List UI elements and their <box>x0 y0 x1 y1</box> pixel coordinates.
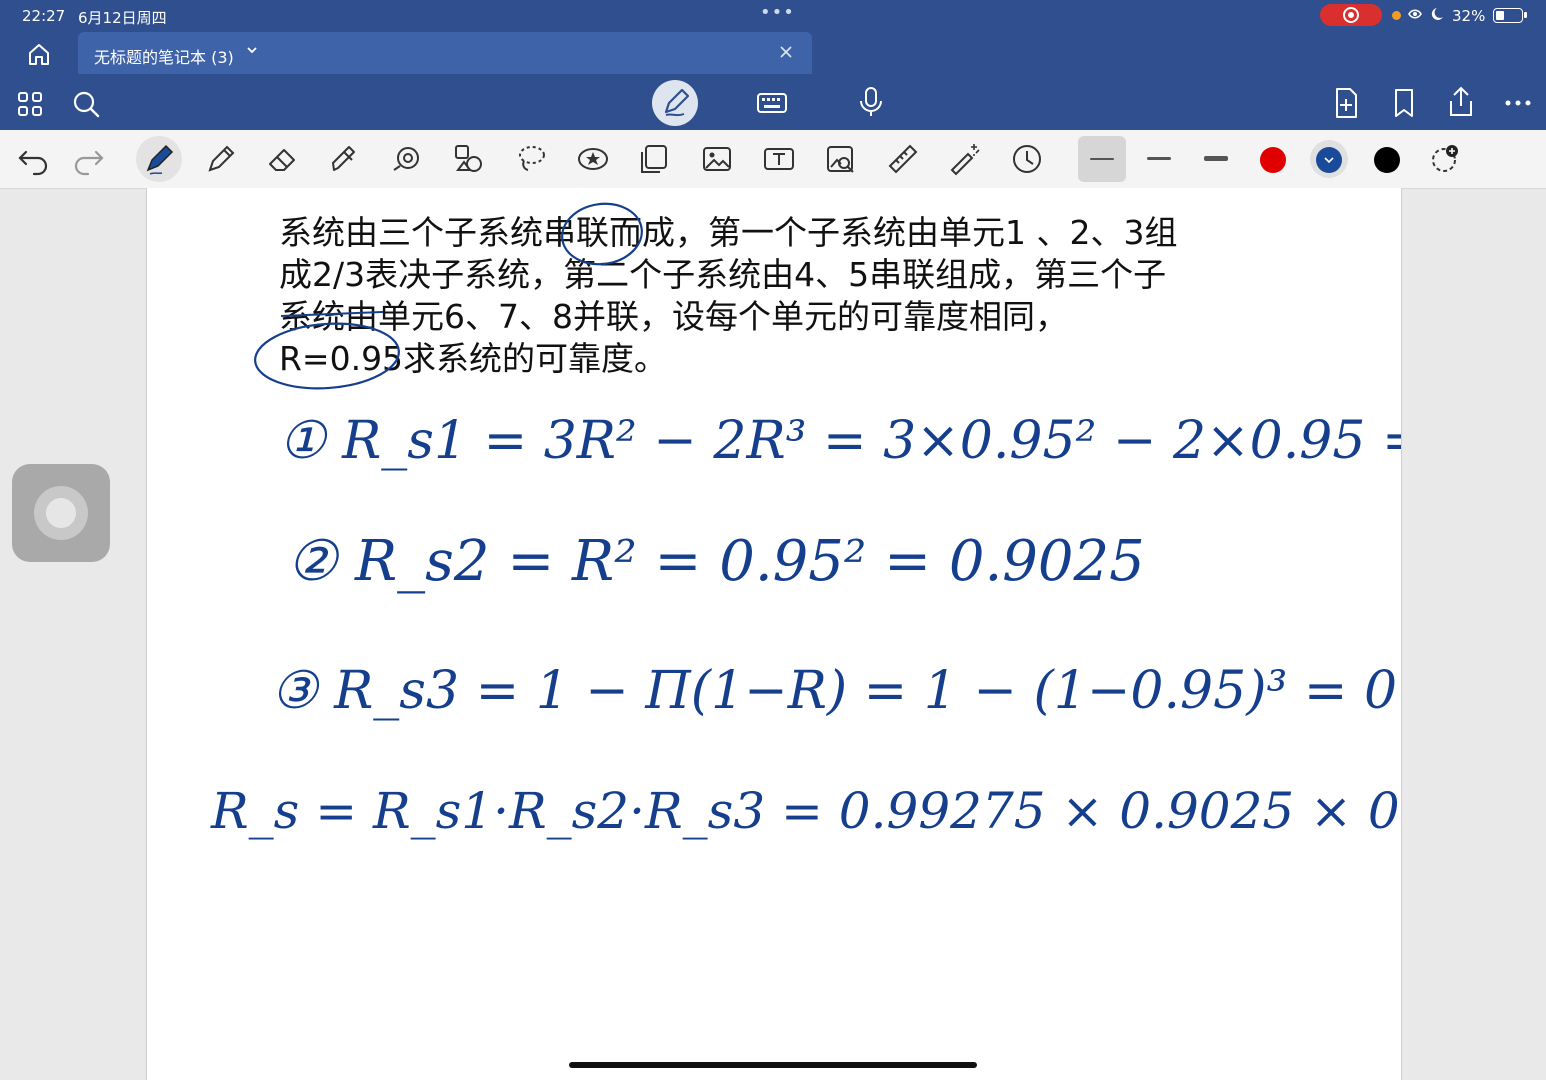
annotation-circle <box>561 202 643 266</box>
color-red-swatch[interactable] <box>1260 147 1286 173</box>
screen-recording-icon[interactable] <box>1320 4 1382 26</box>
elements-icon[interactable] <box>450 140 488 178</box>
handwritten-line-1: ① R_s1 = 3R² − 2R³ = 3×0.95² − 2×0.95 = … <box>279 411 1401 471</box>
handwritten-line-4: R_s = R_s1·R_s2·R_s3 = 0.99275 × 0.9025 … <box>210 782 1401 840</box>
annotation-strike <box>280 311 384 317</box>
keyboard-icon[interactable] <box>754 85 790 121</box>
eraser-icon[interactable] <box>264 140 302 178</box>
laser-pointer-icon[interactable] <box>946 140 984 178</box>
fountain-pen-icon[interactable] <box>140 140 178 178</box>
grid-icon[interactable] <box>12 86 48 122</box>
notebook-title: 无标题的笔记本 (3) <box>94 48 234 67</box>
add-page-icon[interactable] <box>1328 85 1364 121</box>
sticker-icon[interactable] <box>574 140 612 178</box>
privacy-indicator-icon <box>1392 11 1401 20</box>
shape-icon[interactable] <box>388 140 426 178</box>
undo-icon[interactable] <box>14 140 52 178</box>
status-time: 22:27 <box>22 7 66 25</box>
multitasking-dots-icon[interactable]: ••• <box>760 2 795 23</box>
clock-icon[interactable] <box>1008 140 1046 178</box>
lasso-icon[interactable] <box>512 140 550 178</box>
chevron-down-icon[interactable] <box>244 42 260 58</box>
camera-scan-icon[interactable] <box>822 140 860 178</box>
search-icon[interactable] <box>68 86 104 122</box>
pencil-icon[interactable] <box>202 140 240 178</box>
share-icon[interactable] <box>1443 84 1479 120</box>
line-width-medium-button[interactable] <box>1147 157 1171 160</box>
redo-icon[interactable] <box>70 140 108 178</box>
status-bar: 22:27 6月12日周四 ••• 32% <box>0 0 1546 32</box>
note-page[interactable]: 系统由三个子系统串联而成，第一个子系统由单元1 、2、3组 成2/3表决子系统，… <box>146 188 1402 1080</box>
highlighter-icon[interactable] <box>326 140 364 178</box>
sticky-note-icon[interactable] <box>636 140 674 178</box>
battery-icon <box>1493 8 1527 23</box>
handwritten-line-2: ② R_s2 = R² = 0.95² = 0.9025 <box>287 529 1145 594</box>
textbox-icon[interactable] <box>760 140 798 178</box>
line-width-thick-button[interactable] <box>1204 156 1228 161</box>
color-blue-swatch[interactable] <box>1316 147 1342 173</box>
color-black-swatch[interactable] <box>1374 147 1400 173</box>
notebook-tab[interactable]: 无标题的笔记本 (3) <box>78 32 812 74</box>
home-indicator[interactable] <box>569 1062 977 1068</box>
more-icon[interactable] <box>1500 85 1536 121</box>
handwritten-line-3: ③ R_s3 = 1 − Π(1−R) = 1 − (1−0.95)³ = 0.… <box>271 661 1401 721</box>
image-icon[interactable] <box>698 140 736 178</box>
drawing-toolbar <box>0 130 1546 189</box>
home-icon[interactable] <box>22 40 56 68</box>
status-date: 6月12日周四 <box>78 9 167 27</box>
microphone-icon[interactable] <box>853 84 889 120</box>
ruler-icon[interactable] <box>884 140 922 178</box>
line-width-thin <box>1090 158 1114 160</box>
close-tab-icon[interactable] <box>776 42 796 62</box>
assistive-touch-button[interactable] <box>12 464 110 562</box>
focus-moon-icon <box>1407 6 1447 26</box>
handwriting-canvas: ① R_s1 = 3R² − 2R³ = 3×0.95² − 2×0.95 = … <box>210 202 1401 840</box>
battery-percentage: 32% <box>1452 7 1486 25</box>
pen-mode-button[interactable] <box>652 80 698 126</box>
add-color-icon[interactable] <box>1426 140 1464 178</box>
annotation-circle <box>254 322 400 390</box>
bookmark-icon[interactable] <box>1386 85 1422 121</box>
